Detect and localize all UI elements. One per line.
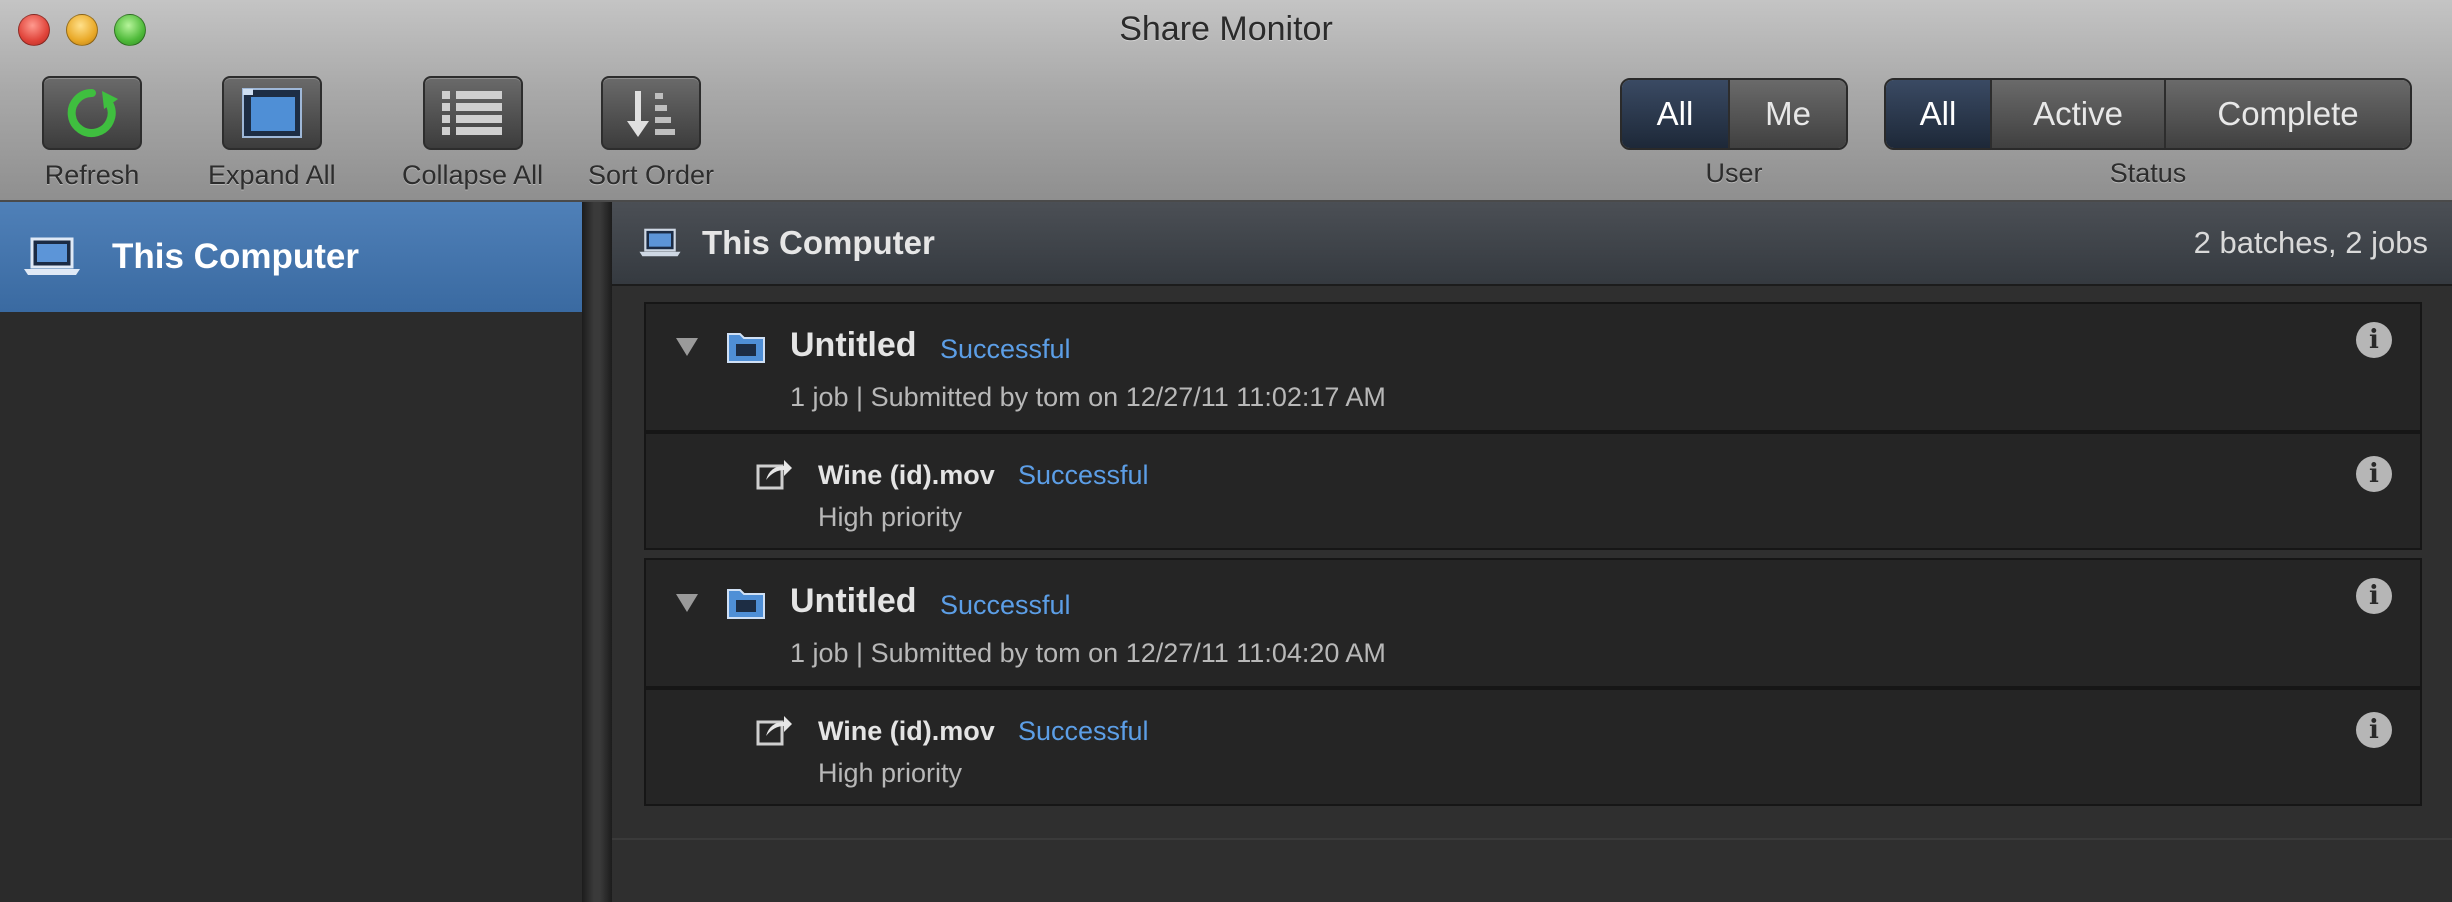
job-status: Successful (1018, 716, 1149, 746)
sort-order-icon (627, 91, 676, 137)
sort-order-button[interactable] (601, 76, 702, 150)
window-title: Share Monitor (1119, 10, 1333, 48)
batch-row[interactable]: Untitled Successful 1 job | Submitted by… (644, 302, 2422, 432)
sidebar: This Computer (0, 202, 582, 902)
job-title: Wine (id).mov (818, 460, 995, 490)
disclosure-triangle-icon[interactable] (676, 338, 698, 356)
batch-job-count: 2 batches, 2 jobs (2193, 225, 2428, 260)
job-row[interactable]: Wine (id).mov Successful High priority i (644, 432, 2422, 550)
batch-status: Successful (940, 590, 1071, 620)
sort-order-tool: Sort Order (588, 76, 714, 191)
laptop-icon (24, 237, 80, 275)
list-bottom-divider (612, 838, 2452, 840)
batch-status: Successful (940, 334, 1071, 364)
user-filter-all[interactable]: All (1622, 80, 1730, 148)
batch-subtitle: 1 job | Submitted by tom on 12/27/11 11:… (790, 638, 1386, 668)
disclosure-triangle-icon[interactable] (676, 594, 698, 612)
refresh-button[interactable] (42, 76, 142, 150)
job-priority: High priority (818, 502, 963, 532)
expand-all-button[interactable] (221, 76, 322, 150)
info-icon[interactable]: i (2356, 322, 2392, 358)
expand-all-tool: Expand All (208, 76, 336, 191)
collapse-all-button[interactable] (422, 76, 523, 150)
batch-title: Untitled (790, 326, 917, 364)
status-filter-all[interactable]: All (1886, 80, 1992, 148)
batch-row[interactable]: Untitled Successful 1 job | Submitted by… (644, 558, 2422, 688)
expand-all-icon (241, 88, 302, 138)
refresh-icon (67, 88, 118, 137)
user-filter-label: User (1705, 158, 1763, 188)
main-header: This Computer 2 batches, 2 jobs (612, 202, 2452, 286)
split-view-divider[interactable] (582, 202, 612, 902)
refresh-tool: Refresh (42, 76, 142, 191)
toolbar: Share Monitor Refresh Expand All Collaps… (0, 0, 2452, 202)
status-filter: All Active Complete (1884, 78, 2412, 150)
share-job-icon (756, 716, 792, 746)
expand-all-label: Expand All (208, 160, 336, 190)
collapse-all-icon (441, 91, 502, 135)
sort-order-label: Sort Order (588, 160, 715, 190)
job-priority: High priority (818, 758, 963, 788)
info-icon[interactable]: i (2356, 456, 2392, 492)
job-title: Wine (id).mov (818, 716, 995, 746)
batch-title: Untitled (790, 582, 917, 620)
user-filter: All Me (1620, 78, 1848, 150)
batch-folder-icon (727, 333, 765, 363)
refresh-label: Refresh (44, 160, 140, 190)
status-filter-label: Status (2109, 158, 2187, 188)
batch-subtitle: 1 job | Submitted by tom on 12/27/11 11:… (790, 382, 1386, 412)
info-icon[interactable]: i (2356, 578, 2392, 614)
share-job-icon (756, 460, 792, 490)
user-filter-me[interactable]: Me (1730, 80, 1846, 148)
main-header-title: This Computer (702, 224, 935, 261)
laptop-icon (639, 228, 681, 257)
info-icon[interactable]: i (2356, 712, 2392, 748)
batch-folder-icon (727, 589, 765, 619)
job-row[interactable]: Wine (id).mov Successful High priority i (644, 688, 2422, 806)
collapse-all-label: Collapse All (402, 160, 544, 190)
collapse-all-tool: Collapse All (402, 76, 543, 191)
main-pane: This Computer 2 batches, 2 jobs Untitled… (612, 202, 2452, 902)
status-filter-complete[interactable]: Complete (2166, 80, 2410, 148)
sidebar-item-this-computer[interactable]: This Computer (0, 202, 582, 312)
job-status: Successful (1018, 460, 1149, 490)
sidebar-item-label: This Computer (112, 237, 359, 276)
status-filter-active[interactable]: Active (1992, 80, 2166, 148)
